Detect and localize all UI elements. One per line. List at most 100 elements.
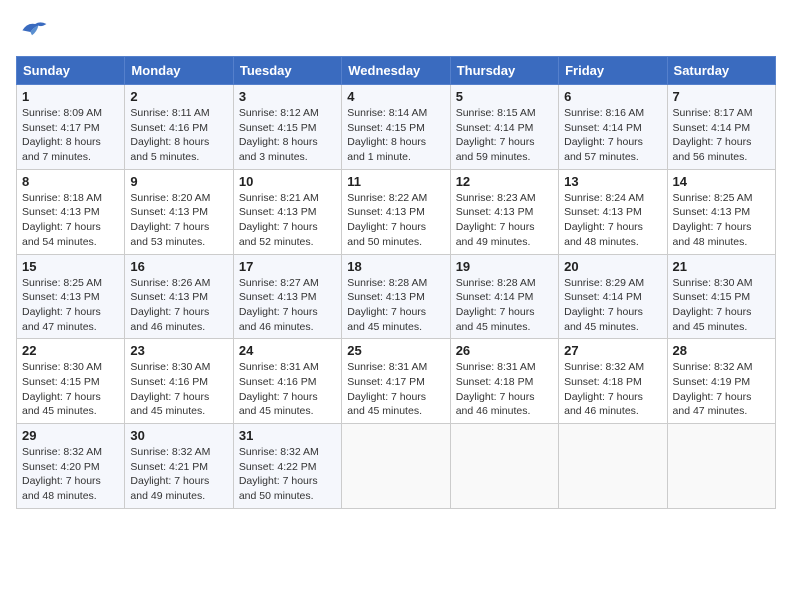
calendar-cell: 31 Sunrise: 8:32 AMSunset: 4:22 PMDayligh… bbox=[233, 424, 341, 509]
calendar-cell: 25 Sunrise: 8:31 AMSunset: 4:17 PMDayligh… bbox=[342, 339, 450, 424]
logo-icon bbox=[16, 16, 48, 44]
day-info: Sunrise: 8:32 AMSunset: 4:22 PMDaylight:… bbox=[239, 445, 336, 504]
day-info: Sunrise: 8:24 AMSunset: 4:13 PMDaylight:… bbox=[564, 191, 661, 250]
weekday-header: Thursday bbox=[450, 57, 558, 85]
day-number: 18 bbox=[347, 259, 444, 274]
day-number: 7 bbox=[673, 89, 770, 104]
day-info: Sunrise: 8:17 AMSunset: 4:14 PMDaylight:… bbox=[673, 106, 770, 165]
day-info: Sunrise: 8:18 AMSunset: 4:13 PMDaylight:… bbox=[22, 191, 119, 250]
day-info: Sunrise: 8:30 AMSunset: 4:15 PMDaylight:… bbox=[22, 360, 119, 419]
calendar-cell: 30 Sunrise: 8:32 AMSunset: 4:21 PMDayligh… bbox=[125, 424, 233, 509]
day-info: Sunrise: 8:30 AMSunset: 4:15 PMDaylight:… bbox=[673, 276, 770, 335]
calendar-cell: 14Sunrise: 8:25 AMSunset: 4:13 PMDayligh… bbox=[667, 169, 775, 254]
day-number: 12 bbox=[456, 174, 553, 189]
day-number: 8 bbox=[22, 174, 119, 189]
day-number: 28 bbox=[673, 343, 770, 358]
day-number: 23 bbox=[130, 343, 227, 358]
calendar-cell: 3 Sunrise: 8:12 AMSunset: 4:15 PMDaylight… bbox=[233, 85, 341, 170]
day-info: Sunrise: 8:32 AMSunset: 4:21 PMDaylight:… bbox=[130, 445, 227, 504]
calendar-cell: 1 Sunrise: 8:09 AMSunset: 4:17 PMDaylight… bbox=[17, 85, 125, 170]
calendar-cell bbox=[450, 424, 558, 509]
day-info: Sunrise: 8:20 AMSunset: 4:13 PMDaylight:… bbox=[130, 191, 227, 250]
day-info: Sunrise: 8:27 AMSunset: 4:13 PMDaylight:… bbox=[239, 276, 336, 335]
calendar-cell: 24 Sunrise: 8:31 AMSunset: 4:16 PMDayligh… bbox=[233, 339, 341, 424]
calendar-cell: 2 Sunrise: 8:11 AMSunset: 4:16 PMDaylight… bbox=[125, 85, 233, 170]
day-number: 25 bbox=[347, 343, 444, 358]
weekday-header: Tuesday bbox=[233, 57, 341, 85]
calendar-cell bbox=[342, 424, 450, 509]
calendar-cell: 9 Sunrise: 8:20 AMSunset: 4:13 PMDaylight… bbox=[125, 169, 233, 254]
weekday-header: Monday bbox=[125, 57, 233, 85]
day-number: 6 bbox=[564, 89, 661, 104]
calendar-cell: 15 Sunrise: 8:25 AMSunset: 4:13 PMDayligh… bbox=[17, 254, 125, 339]
day-info: Sunrise: 8:31 AMSunset: 4:16 PMDaylight:… bbox=[239, 360, 336, 419]
day-info: Sunrise: 8:26 AMSunset: 4:13 PMDaylight:… bbox=[130, 276, 227, 335]
calendar-cell: 21 Sunrise: 8:30 AMSunset: 4:15 PMDayligh… bbox=[667, 254, 775, 339]
weekday-header: Friday bbox=[559, 57, 667, 85]
weekday-header: Wednesday bbox=[342, 57, 450, 85]
calendar-cell: 27 Sunrise: 8:32 AMSunset: 4:18 PMDayligh… bbox=[559, 339, 667, 424]
day-info: Sunrise: 8:11 AMSunset: 4:16 PMDaylight:… bbox=[130, 106, 227, 165]
day-number: 11 bbox=[347, 174, 444, 189]
calendar-cell: 11Sunrise: 8:22 AMSunset: 4:13 PMDayligh… bbox=[342, 169, 450, 254]
day-number: 13 bbox=[564, 174, 661, 189]
day-number: 31 bbox=[239, 428, 336, 443]
day-number: 9 bbox=[130, 174, 227, 189]
day-number: 30 bbox=[130, 428, 227, 443]
calendar-cell: 22 Sunrise: 8:30 AMSunset: 4:15 PMDayligh… bbox=[17, 339, 125, 424]
calendar-week-row: 29Sunrise: 8:32 AMSunset: 4:20 PMDayligh… bbox=[17, 424, 776, 509]
calendar-week-row: 15 Sunrise: 8:25 AMSunset: 4:13 PMDayligh… bbox=[17, 254, 776, 339]
day-info: Sunrise: 8:32 AMSunset: 4:19 PMDaylight:… bbox=[673, 360, 770, 419]
day-number: 1 bbox=[22, 89, 119, 104]
day-number: 27 bbox=[564, 343, 661, 358]
calendar-week-row: 22 Sunrise: 8:30 AMSunset: 4:15 PMDayligh… bbox=[17, 339, 776, 424]
calendar-cell: 12 Sunrise: 8:23 AMSunset: 4:13 PMDayligh… bbox=[450, 169, 558, 254]
calendar-cell: 5 Sunrise: 8:15 AMSunset: 4:14 PMDaylight… bbox=[450, 85, 558, 170]
calendar-cell: 23 Sunrise: 8:30 AMSunset: 4:16 PMDayligh… bbox=[125, 339, 233, 424]
day-info: Sunrise: 8:28 AMSunset: 4:13 PMDaylight:… bbox=[347, 276, 444, 335]
day-number: 15 bbox=[22, 259, 119, 274]
day-info: Sunrise: 8:25 AMSunset: 4:13 PMDaylight:… bbox=[673, 191, 770, 250]
day-info: Sunrise: 8:30 AMSunset: 4:16 PMDaylight:… bbox=[130, 360, 227, 419]
day-info: Sunrise: 8:32 AMSunset: 4:18 PMDaylight:… bbox=[564, 360, 661, 419]
day-info: Sunrise: 8:25 AMSunset: 4:13 PMDaylight:… bbox=[22, 276, 119, 335]
day-number: 2 bbox=[130, 89, 227, 104]
day-number: 22 bbox=[22, 343, 119, 358]
calendar-cell: 13 Sunrise: 8:24 AMSunset: 4:13 PMDayligh… bbox=[559, 169, 667, 254]
weekday-header: Sunday bbox=[17, 57, 125, 85]
day-info: Sunrise: 8:31 AMSunset: 4:17 PMDaylight:… bbox=[347, 360, 444, 419]
day-info: Sunrise: 8:15 AMSunset: 4:14 PMDaylight:… bbox=[456, 106, 553, 165]
calendar-cell: 4Sunrise: 8:14 AMSunset: 4:15 PMDaylight… bbox=[342, 85, 450, 170]
day-info: Sunrise: 8:23 AMSunset: 4:13 PMDaylight:… bbox=[456, 191, 553, 250]
calendar-table: SundayMondayTuesdayWednesdayThursdayFrid… bbox=[16, 56, 776, 509]
day-number: 16 bbox=[130, 259, 227, 274]
calendar-cell bbox=[667, 424, 775, 509]
day-info: Sunrise: 8:12 AMSunset: 4:15 PMDaylight:… bbox=[239, 106, 336, 165]
day-info: Sunrise: 8:14 AMSunset: 4:15 PMDaylight:… bbox=[347, 106, 444, 165]
calendar-header-row: SundayMondayTuesdayWednesdayThursdayFrid… bbox=[17, 57, 776, 85]
calendar-cell: 8 Sunrise: 8:18 AMSunset: 4:13 PMDaylight… bbox=[17, 169, 125, 254]
day-number: 19 bbox=[456, 259, 553, 274]
day-number: 24 bbox=[239, 343, 336, 358]
day-info: Sunrise: 8:31 AMSunset: 4:18 PMDaylight:… bbox=[456, 360, 553, 419]
day-number: 20 bbox=[564, 259, 661, 274]
calendar-week-row: 8 Sunrise: 8:18 AMSunset: 4:13 PMDaylight… bbox=[17, 169, 776, 254]
weekday-header: Saturday bbox=[667, 57, 775, 85]
day-number: 10 bbox=[239, 174, 336, 189]
calendar-cell: 6Sunrise: 8:16 AMSunset: 4:14 PMDaylight… bbox=[559, 85, 667, 170]
day-info: Sunrise: 8:28 AMSunset: 4:14 PMDaylight:… bbox=[456, 276, 553, 335]
calendar-cell: 28 Sunrise: 8:32 AMSunset: 4:19 PMDayligh… bbox=[667, 339, 775, 424]
day-number: 5 bbox=[456, 89, 553, 104]
day-number: 26 bbox=[456, 343, 553, 358]
calendar-cell: 17 Sunrise: 8:27 AMSunset: 4:13 PMDayligh… bbox=[233, 254, 341, 339]
day-number: 3 bbox=[239, 89, 336, 104]
logo bbox=[16, 16, 52, 44]
day-info: Sunrise: 8:09 AMSunset: 4:17 PMDaylight:… bbox=[22, 106, 119, 165]
day-number: 29 bbox=[22, 428, 119, 443]
calendar-cell bbox=[559, 424, 667, 509]
calendar-cell: 7 Sunrise: 8:17 AMSunset: 4:14 PMDaylight… bbox=[667, 85, 775, 170]
calendar-cell: 20Sunrise: 8:29 AMSunset: 4:14 PMDayligh… bbox=[559, 254, 667, 339]
calendar-cell: 26 Sunrise: 8:31 AMSunset: 4:18 PMDayligh… bbox=[450, 339, 558, 424]
day-number: 17 bbox=[239, 259, 336, 274]
day-number: 21 bbox=[673, 259, 770, 274]
